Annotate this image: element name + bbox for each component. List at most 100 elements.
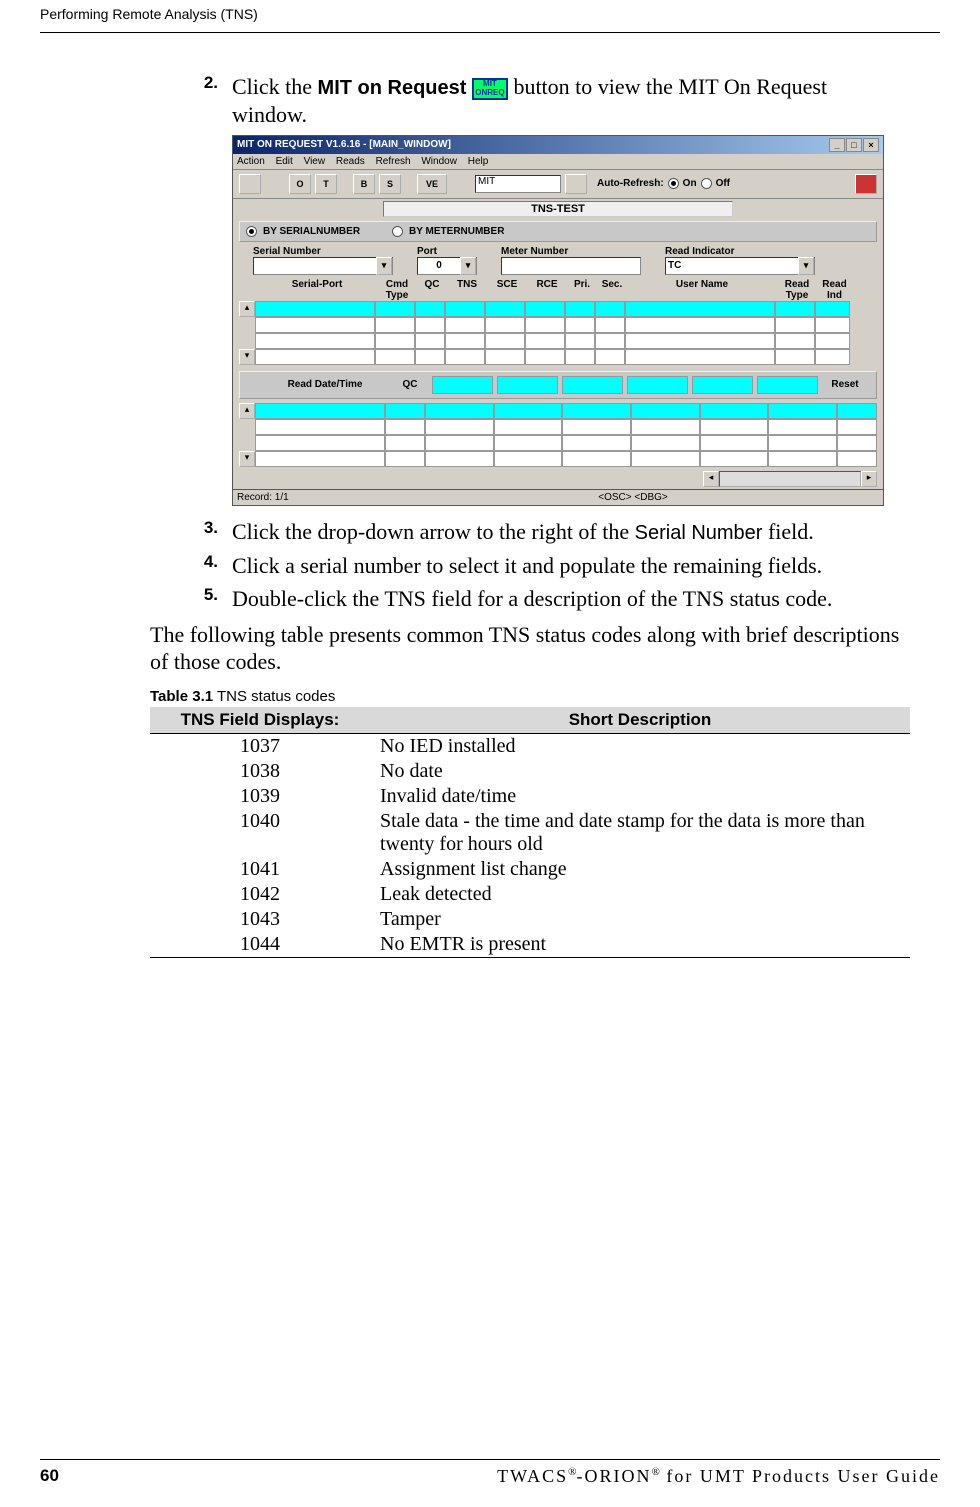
toolbar-t-button[interactable]: T (315, 174, 337, 194)
table-row: 1043Tamper (150, 907, 910, 932)
tns-codes-table: TNS Field Displays: Short Description 10… (150, 707, 910, 958)
scroll-down-icon[interactable]: ▾ (239, 451, 255, 467)
menu-window[interactable]: Window (421, 156, 457, 167)
table-row: 1039Invalid date/time (150, 784, 910, 809)
step-5: 5. Double-click the TNS field for a desc… (190, 585, 905, 613)
port-input[interactable]: 0▾ (417, 257, 477, 275)
table-row: 1042Leak detected (150, 882, 910, 907)
auto-refresh-off-radio[interactable] (701, 178, 712, 189)
col-qc: QC (417, 279, 447, 301)
col-serial-port: Serial-Port (257, 279, 377, 301)
reset-label: Reset (820, 379, 870, 390)
toolbar-execute-icon[interactable] (565, 174, 587, 194)
page-number: 60 (40, 1466, 59, 1487)
table-caption-rest: TNS status codes (213, 688, 335, 705)
meter-number-label: Meter Number (501, 246, 641, 257)
menu-refresh[interactable]: Refresh (376, 156, 411, 167)
window-title: MIT ON REQUEST V1.6.16 - [MAIN_WINDOW] (237, 139, 451, 150)
ui-term: Serial Number (635, 522, 763, 544)
by-serial-label: BY SERIALNUMBER (263, 226, 360, 237)
qc-label: QC (390, 379, 430, 390)
step-text-pre: Click the (232, 74, 318, 99)
table-row: 1037No IED installed (150, 733, 910, 759)
toolbar-b-button[interactable]: B (353, 174, 375, 194)
table-row[interactable] (255, 435, 877, 451)
col-read-type: Read Type (777, 279, 817, 301)
status-bar: Record: 1/1 <OSC> <DBG> (233, 489, 883, 505)
toolbar-stop-icon[interactable] (855, 174, 877, 194)
menu-reads[interactable]: Reads (336, 156, 365, 167)
toolbar-s-button[interactable]: S (379, 174, 401, 194)
by-serial-radio[interactable] (246, 226, 257, 237)
step-number: 4. (190, 552, 218, 572)
step-4: 4. Click a serial number to select it an… (190, 552, 905, 580)
menu-edit[interactable]: Edit (276, 156, 293, 167)
port-label: Port (417, 246, 477, 257)
read-indicator-input[interactable]: TC▾ (665, 257, 815, 275)
serial-number-dropdown-icon[interactable]: ▾ (376, 257, 392, 275)
table-row[interactable] (255, 403, 877, 419)
auto-refresh-on-radio[interactable] (668, 178, 679, 189)
on-label: On (683, 178, 697, 189)
read-indicator-dropdown-icon[interactable]: ▾ (798, 257, 814, 275)
mit-input[interactable]: MIT (475, 175, 561, 193)
footer-rule (40, 1459, 940, 1460)
table-caption-bold: Table 3.1 (150, 688, 213, 705)
toolbar-ve-button[interactable]: VE (417, 174, 447, 194)
step-2: 2. Click the MIT on Request MIT ONREQ bu… (190, 73, 905, 129)
lower-header-bar: Read Date/Time QC Reset (239, 371, 877, 399)
toolbar-o-button[interactable]: O (289, 174, 311, 194)
serial-number-input[interactable]: ▾ (253, 257, 393, 275)
mit-window-screenshot: MIT ON REQUEST V1.6.16 - [MAIN_WINDOW] _… (232, 135, 884, 506)
read-date-time-label: Read Date/Time (260, 379, 390, 390)
menu-view[interactable]: View (304, 156, 326, 167)
table-row[interactable] (255, 333, 877, 349)
step-bold: MIT on Request (318, 77, 467, 99)
tns-test-label: TNS-TEST (383, 201, 733, 217)
upper-table: Serial-Port Cmd Type QC TNS SCE RCE Pri.… (233, 277, 883, 367)
col-sce: SCE (487, 279, 527, 301)
table-row[interactable] (255, 349, 877, 365)
meter-number-input[interactable] (501, 257, 641, 275)
mit-on-request-icon: MIT ONREQ (472, 78, 508, 100)
col-sec: Sec. (597, 279, 627, 301)
table-row[interactable] (255, 451, 877, 467)
step-text-suffix: field. (762, 519, 813, 544)
running-header: Performing Remote Analysis (TNS) (40, 6, 940, 22)
col-tns: TNS (447, 279, 487, 301)
table-row[interactable] (255, 317, 877, 333)
record-count: Record: 1/1 (237, 492, 387, 503)
search-by-row: BY SERIALNUMBER BY METERNUMBER (239, 221, 877, 242)
close-icon[interactable]: × (863, 138, 879, 152)
port-dropdown-icon[interactable]: ▾ (460, 257, 476, 275)
table-row[interactable] (255, 419, 877, 435)
menu-help[interactable]: Help (468, 156, 489, 167)
scroll-right-icon[interactable]: ▸ (861, 471, 877, 487)
col-rce: RCE (527, 279, 567, 301)
minimize-icon[interactable]: _ (829, 138, 845, 152)
step-body: Click the drop-down arrow to the right o… (232, 518, 905, 546)
table-row: 1041Assignment list change (150, 857, 910, 882)
table-row: 1038No date (150, 759, 910, 784)
off-label: Off (716, 178, 730, 189)
toolbar-open-icon[interactable] (239, 174, 261, 194)
by-meter-radio[interactable] (392, 226, 403, 237)
menu-action[interactable]: Action (237, 156, 265, 167)
horizontal-scrollbar: ◂ ▸ (233, 469, 883, 489)
step-body: Click a serial number to select it and p… (232, 552, 905, 580)
table-row[interactable] (255, 301, 877, 317)
table-header-code: TNS Field Displays: (150, 707, 370, 734)
table-row: 1044No EMTR is present (150, 932, 910, 958)
toolbar: O T B S VE MIT Auto-Refresh: On Off (233, 170, 883, 199)
maximize-icon[interactable]: □ (846, 138, 862, 152)
page-footer: 60 TWACS®-ORION® for UMT Products User G… (40, 1451, 940, 1487)
scroll-left-icon[interactable]: ◂ (703, 471, 719, 487)
scroll-up-icon[interactable]: ▴ (239, 301, 255, 317)
col-user-name: User Name (627, 279, 777, 301)
scroll-up-icon[interactable]: ▴ (239, 403, 255, 419)
table-row: 1040Stale data - the time and date stamp… (150, 809, 910, 857)
status-tags: <OSC> <DBG> (387, 492, 879, 503)
step-text-prefix: Click the drop-down arrow to the right o… (232, 519, 635, 544)
scroll-down-icon[interactable]: ▾ (239, 349, 255, 365)
by-meter-label: BY METERNUMBER (409, 226, 504, 237)
